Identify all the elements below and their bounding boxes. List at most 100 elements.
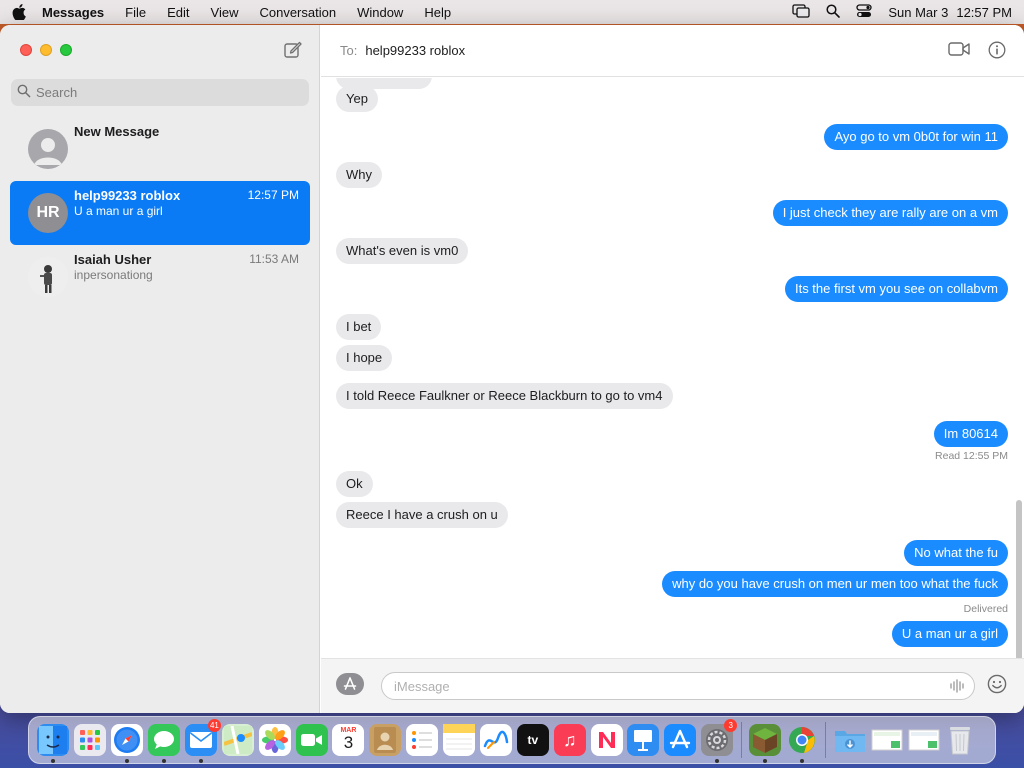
- launchpad-icon[interactable]: [74, 724, 107, 756]
- messages-window: Search New Message HR help99233 roblox U…: [0, 25, 1024, 713]
- avatar-initials: HR: [28, 193, 68, 233]
- notes-icon[interactable]: [443, 724, 476, 756]
- apple-menu-icon[interactable]: [12, 4, 42, 20]
- keynote-icon[interactable]: [627, 724, 660, 756]
- conversation-preview: U a man ur a girl: [74, 204, 163, 218]
- composer-bar: [321, 658, 1024, 713]
- avatar-initials-text: HR: [36, 204, 60, 221]
- message-bubble-incoming[interactable]: Why: [336, 162, 382, 188]
- message-bubble-incoming[interactable]: I bet: [336, 314, 382, 340]
- menu-clock[interactable]: 12:57 PM: [956, 5, 1012, 20]
- calendar-day: 3: [343, 733, 354, 752]
- message-bubble-incoming[interactable]: I told Reece Faulkner or Reece Blackburn…: [336, 383, 673, 409]
- menu-edit[interactable]: Edit: [167, 5, 189, 20]
- music-icon[interactable]: ♫: [553, 724, 586, 756]
- app-store-apps-button[interactable]: [336, 673, 364, 695]
- message-bubble-outgoing[interactable]: Ayo go to vm 0b0t for win 11: [824, 124, 1008, 150]
- photos-icon[interactable]: [258, 724, 291, 756]
- message-bubble-incoming[interactable]: Yep: [336, 86, 378, 112]
- conversation-name: New Message: [74, 124, 160, 139]
- mail-icon[interactable]: 41: [184, 719, 221, 763]
- dock-separator: [740, 722, 742, 758]
- conversation-time: 11:53 AM: [249, 252, 299, 266]
- app-name-menu[interactable]: Messages: [42, 5, 104, 20]
- search-placeholder: Search: [36, 85, 78, 100]
- appletv-label: tv: [527, 733, 539, 747]
- calendar-icon[interactable]: MAR 3: [332, 724, 365, 756]
- control-center-icon[interactable]: [856, 3, 873, 21]
- search-icon: [17, 84, 31, 101]
- mail-badge: 41: [207, 719, 221, 732]
- screen-mirroring-icon[interactable]: [792, 3, 811, 21]
- message-bubble-outgoing[interactable]: Im 80614: [933, 421, 1008, 447]
- dock-separator: [825, 722, 827, 758]
- person-placeholder-icon: [28, 129, 68, 169]
- imessage-input-field[interactable]: [381, 672, 975, 700]
- message-bubble-outgoing[interactable]: U a man ur a girl: [891, 621, 1008, 647]
- reminders-icon[interactable]: [406, 724, 439, 756]
- chrome-icon[interactable]: [786, 724, 818, 763]
- conversation-preview: inpersonationg: [74, 268, 153, 282]
- appletv-icon[interactable]: tv: [516, 724, 549, 756]
- conversation-header: To: help99233 roblox: [321, 25, 1024, 77]
- menu-window[interactable]: Window: [357, 5, 403, 20]
- screenshot-file-icon[interactable]: [871, 724, 903, 756]
- minimize-window-button[interactable]: [40, 44, 52, 56]
- screenshot-file-2-icon[interactable]: [908, 724, 940, 756]
- menu-conversation[interactable]: Conversation: [259, 5, 336, 20]
- message-bubble-outgoing[interactable]: No what the fu: [904, 540, 1008, 566]
- sidebar: Search New Message HR help99233 roblox U…: [0, 25, 320, 713]
- minecraft-icon[interactable]: [749, 724, 782, 763]
- facetime-icon[interactable]: [295, 724, 328, 756]
- conversation-help99233-roblox[interactable]: HR help99233 roblox U a man ur a girl 12…: [10, 181, 310, 245]
- menu-help[interactable]: Help: [424, 5, 451, 20]
- music-glyph: ♫: [562, 729, 577, 750]
- compose-icon[interactable]: [283, 40, 303, 60]
- finder-icon[interactable]: [37, 724, 70, 763]
- recipient-name[interactable]: help99233 roblox: [365, 43, 465, 58]
- avatar-photo: [28, 257, 68, 297]
- message-bubble-outgoing[interactable]: I just check they are rally are on a vm: [772, 200, 1008, 226]
- read-receipt: Read 12:55 PM: [935, 450, 1008, 462]
- conversation-name: help99233 roblox: [74, 188, 181, 203]
- emoji-picker-icon[interactable]: [987, 674, 1007, 697]
- menu-view[interactable]: View: [211, 5, 239, 20]
- downloads-folder-icon[interactable]: [834, 724, 866, 756]
- maps-icon[interactable]: [221, 724, 254, 756]
- to-label: To:: [340, 43, 358, 58]
- message-bubble-incoming[interactable]: I hope: [336, 345, 393, 371]
- message-bubble-outgoing[interactable]: Its the first vm you see on collabvm: [784, 276, 1008, 302]
- messages-icon[interactable]: [148, 724, 181, 763]
- conversation-new-message[interactable]: New Message: [10, 117, 310, 181]
- system-settings-icon[interactable]: 3: [701, 719, 738, 763]
- freeform-icon[interactable]: [479, 724, 512, 756]
- appstore-icon[interactable]: [664, 724, 697, 756]
- info-icon[interactable]: [988, 41, 1006, 62]
- trash-icon[interactable]: [944, 724, 976, 756]
- menu-file[interactable]: File: [125, 5, 146, 20]
- message-bubble-incoming[interactable]: What's even is vm0: [336, 238, 469, 264]
- message-thread[interactable]: Yep Ayo go to vm 0b0t for win 11 Why I j…: [321, 78, 1024, 658]
- window-controls: [20, 44, 80, 56]
- imessage-input[interactable]: [394, 678, 934, 694]
- thread-scrollbar[interactable]: [1016, 500, 1022, 658]
- conversation-isaiah-usher[interactable]: Isaiah Usher inpersonationg 11:53 AM: [10, 245, 310, 309]
- menu-date[interactable]: Sun Mar 3: [888, 5, 948, 20]
- delivered-receipt: Delivered: [963, 603, 1008, 615]
- message-bubble-incoming[interactable]: Ok: [336, 471, 373, 497]
- message-bubble-incoming[interactable]: Reece I have a crush on u: [336, 502, 508, 528]
- news-icon[interactable]: [590, 724, 623, 756]
- menu-bar: Messages File Edit View Conversation Win…: [0, 0, 1024, 24]
- close-window-button[interactable]: [20, 44, 32, 56]
- safari-icon[interactable]: [111, 724, 144, 763]
- contacts-icon[interactable]: [369, 724, 402, 756]
- audio-waveform-icon[interactable]: [949, 679, 965, 696]
- spotlight-search-icon[interactable]: [826, 3, 841, 21]
- facetime-video-icon[interactable]: [948, 41, 970, 60]
- message-bubble-outgoing[interactable]: why do you have crush on men ur men too …: [662, 571, 1008, 597]
- conversation-name: Isaiah Usher: [74, 252, 152, 267]
- zoom-window-button[interactable]: [60, 44, 72, 56]
- conversation-pane: To: help99233 roblox Yep Ayo go to vm 0b…: [321, 25, 1024, 713]
- dock: 41 MAR 3 tv ♫ 3: [28, 716, 996, 764]
- search-field[interactable]: Search: [11, 79, 309, 106]
